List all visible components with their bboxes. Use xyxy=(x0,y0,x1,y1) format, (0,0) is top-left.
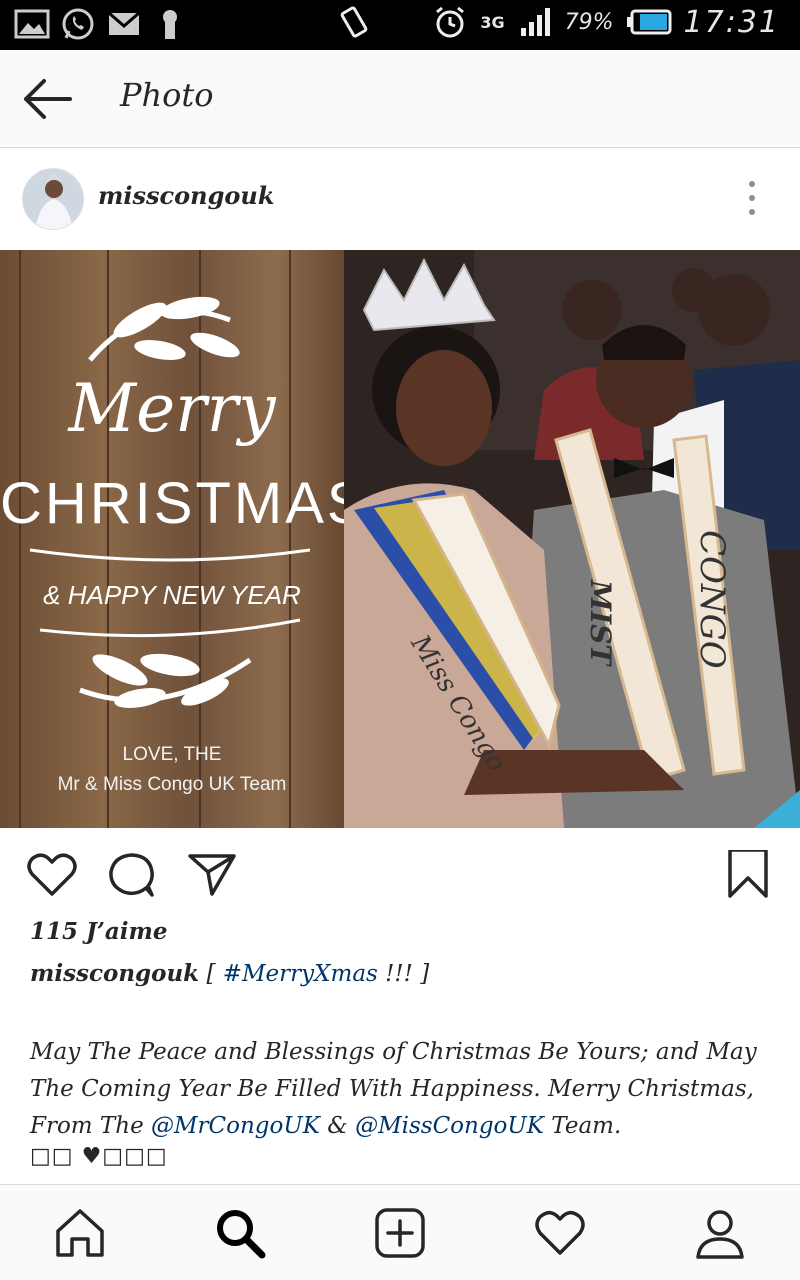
home-icon[interactable] xyxy=(52,1205,108,1261)
clock: 17:31 xyxy=(683,4,780,40)
wood-background xyxy=(0,250,344,828)
battery-percent: 79% xyxy=(564,9,614,35)
send-icon[interactable] xyxy=(186,850,238,898)
caption-tail: !!! ] xyxy=(385,961,430,987)
christmas-card: Merry CHRISTMAS & HAPPY NEW YEAR LOVE, T… xyxy=(0,250,369,828)
caption-amp: & xyxy=(327,1113,348,1139)
sash-mister: MIST xyxy=(584,580,617,666)
alarm-icon xyxy=(436,6,465,38)
profile-icon[interactable] xyxy=(692,1205,748,1261)
network-type: 3G xyxy=(480,12,505,32)
mention-misscongouk[interactable]: @MissCongoUK xyxy=(355,1113,544,1139)
signoff-line-2: Mr & Miss Congo UK Team xyxy=(57,774,287,795)
battery-icon xyxy=(626,9,672,35)
gmail-icon xyxy=(108,11,140,35)
like-count[interactable]: 115 J’aime xyxy=(30,918,168,945)
caption-end: Team. xyxy=(551,1113,622,1139)
post-actions xyxy=(0,828,800,920)
bottom-nav xyxy=(0,1184,800,1280)
avatar[interactable] xyxy=(22,168,84,230)
activity-heart-icon[interactable] xyxy=(532,1205,588,1261)
sash-congo: CONGO xyxy=(692,530,732,669)
greeting-christmas: CHRISTMAS xyxy=(0,471,369,536)
caption-body: May The Peace and Blessings of Christmas… xyxy=(30,1034,780,1145)
search-icon[interactable] xyxy=(212,1205,268,1261)
signoff-line-1: LOVE, THE xyxy=(122,744,222,765)
caption-header: misscongouk [ #MerryXmas !!! ] xyxy=(30,960,429,987)
page-title: Photo xyxy=(120,76,214,114)
post-username[interactable]: misscongouk xyxy=(98,181,274,210)
app-bar: Photo xyxy=(0,50,800,148)
bookmark-icon[interactable] xyxy=(722,850,774,898)
post-header: misscongouk xyxy=(0,148,800,250)
couple-photo: Miss Congo MIST CONGO xyxy=(344,250,800,828)
greeting-merry: Merry xyxy=(68,370,276,447)
whatsapp-icon xyxy=(62,8,94,40)
add-post-icon[interactable] xyxy=(372,1205,428,1261)
greeting-new-year: & HAPPY NEW YEAR xyxy=(43,580,301,610)
arrow-left-icon[interactable] xyxy=(18,72,76,126)
mention-mrcongouk[interactable]: @MrCongoUK xyxy=(151,1113,320,1139)
caption-bracket-open: [ xyxy=(206,961,216,987)
heart-icon[interactable] xyxy=(26,850,78,898)
gallery-icon xyxy=(14,9,50,39)
caption-emojis: □□ ♥□□□ xyxy=(30,1144,168,1169)
more-vertical-icon[interactable] xyxy=(740,178,764,218)
hashtag-link[interactable]: #MerryXmas xyxy=(223,961,378,987)
vibrate-icon xyxy=(341,6,368,38)
post-photo[interactable]: Merry CHRISTMAS & HAPPY NEW YEAR LOVE, T… xyxy=(0,250,800,828)
comment-icon[interactable] xyxy=(106,850,158,898)
signal-icon xyxy=(520,8,550,36)
status-bar: 3G 79% 17:31 xyxy=(0,0,800,50)
caption-username[interactable]: misscongouk xyxy=(30,960,199,987)
keyhole-icon xyxy=(163,10,177,39)
